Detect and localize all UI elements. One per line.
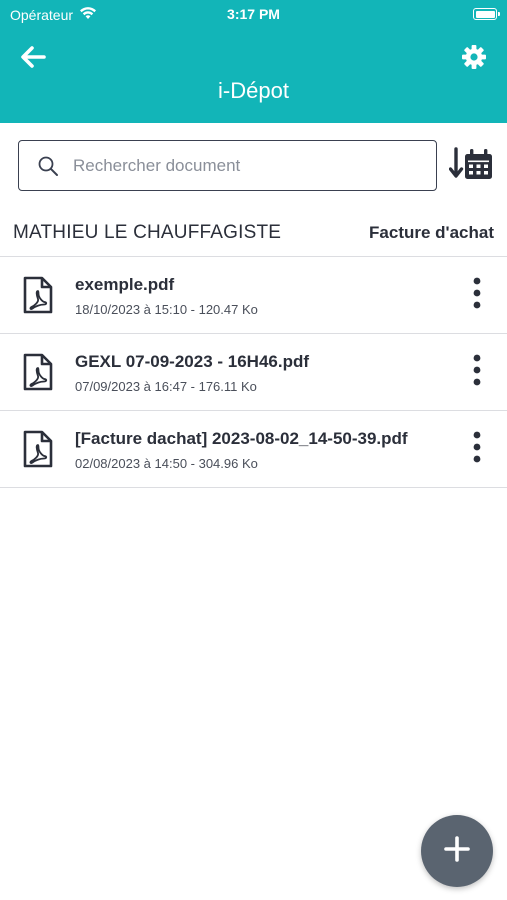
search-box [18,140,437,191]
more-vertical-icon [472,431,482,468]
app-header: Opérateur 3:17 PM i-Dépot [0,0,507,123]
sort-by-date-icon [448,146,495,186]
status-bar: Opérateur 3:17 PM [0,0,507,30]
search-input[interactable] [71,154,405,177]
company-name: MATHIEU LE CHAUFFAGISTE [13,222,282,243]
document-name: GEXL 07-09-2023 - 16H46.pdf [75,352,310,371]
document-row[interactable]: exemple.pdf 18/10/2023 à 15:10 - 120.47 … [0,257,507,334]
sort-by-date-button[interactable] [448,146,495,186]
arrow-left-icon [20,45,46,73]
more-options-button[interactable] [465,431,489,467]
document-meta: 02/08/2023 à 14:50 - 304.96 Ko [75,456,258,471]
category-label: Facture d'achat [369,223,494,242]
more-vertical-icon [472,354,482,391]
back-button[interactable] [18,44,48,74]
more-vertical-icon [472,277,482,314]
document-name: exemple.pdf [75,275,175,294]
screen: Opérateur 3:17 PM i-Dépot Rechercher doc… [0,0,507,900]
gear-icon [461,44,487,75]
document-row[interactable]: GEXL 07-09-2023 - 16H46.pdf 07/09/2023 à… [0,334,507,411]
document-meta: 18/10/2023 à 15:10 - 120.47 Ko [75,302,258,317]
document-list: exemple.pdf 18/10/2023 à 15:10 - 120.47 … [0,256,507,488]
battery-icon [473,8,500,20]
page-title: i-Dépot [218,78,289,103]
more-options-button[interactable] [465,354,489,390]
document-name: [Facture dachat] 2023-08-02_14-50-39.pdf [75,429,408,448]
search-icon [37,155,59,177]
more-options-button[interactable] [465,277,489,313]
document-row[interactable]: [Facture dachat] 2023-08-02_14-50-39.pdf… [0,411,507,488]
status-time: 3:17 PM [227,6,280,22]
add-document-button[interactable] [421,815,493,887]
section-header: MATHIEU LE CHAUFFAGISTE Facture d'achat [0,214,507,256]
settings-button[interactable] [459,44,489,74]
document-meta: 07/09/2023 à 16:47 - 176.11 Ko [75,379,257,394]
pdf-file-icon [22,430,54,468]
pdf-file-icon [22,353,54,391]
plus-icon [443,835,471,868]
pdf-file-icon [22,276,54,314]
